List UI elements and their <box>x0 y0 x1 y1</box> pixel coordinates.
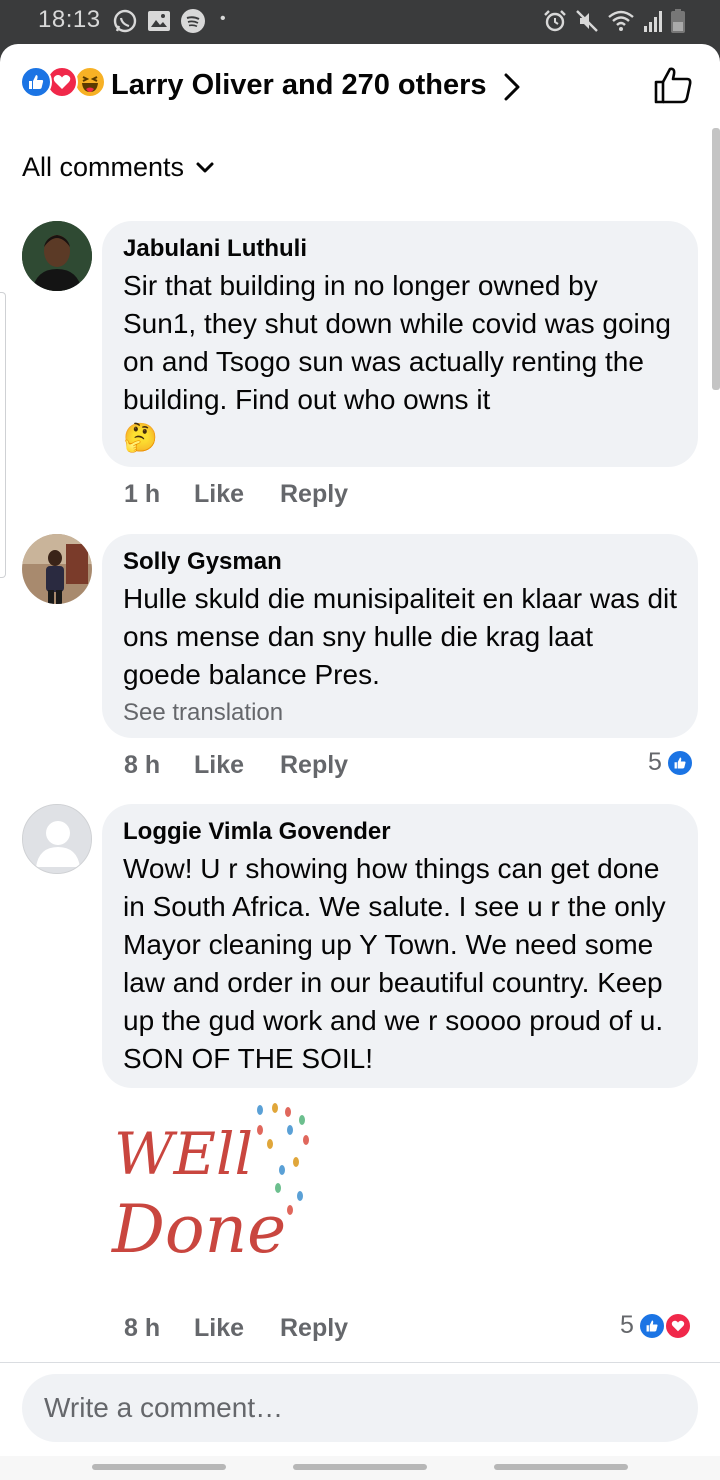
comment-reaction-count[interactable]: 5 <box>620 1311 692 1340</box>
reply-button[interactable]: Reply <box>280 751 348 780</box>
like-button[interactable]: Like <box>194 751 280 780</box>
nav-recent-button[interactable] <box>92 1464 226 1470</box>
like-button[interactable]: Like <box>194 1314 280 1343</box>
signal-icon <box>644 11 662 32</box>
gallery-icon <box>148 11 170 31</box>
edge-panel-handle[interactable] <box>0 292 6 578</box>
reply-button[interactable]: Reply <box>280 480 348 509</box>
avatar[interactable] <box>22 804 92 874</box>
thinking-emoji: 🤔 <box>123 422 158 453</box>
svg-text:Done: Done <box>111 1191 286 1268</box>
battery-icon <box>671 9 685 33</box>
scrollbar[interactable] <box>712 128 720 390</box>
status-time: 18:13 <box>38 6 101 33</box>
avatar[interactable] <box>22 221 92 291</box>
reply-button[interactable]: Reply <box>280 1314 348 1343</box>
reaction-icons <box>20 66 108 100</box>
nav-home-button[interactable] <box>293 1464 427 1470</box>
navigation-bar <box>0 1456 720 1480</box>
reactions-summary[interactable]: Larry Oliver and 270 others <box>0 44 720 128</box>
comment-time[interactable]: 8 h <box>124 1314 194 1343</box>
status-notification-dot: • <box>220 10 226 27</box>
comment-bubble[interactable]: Jabulani Luthuli Sir that building in no… <box>102 221 698 467</box>
chevron-down-icon <box>196 162 214 172</box>
comment-author[interactable]: Solly Gysman <box>123 548 678 576</box>
comments-sheet: Larry Oliver and 270 others All comments… <box>0 44 720 1480</box>
comment-text: Hulle skuld die munisipaliteit en klaar … <box>123 583 678 690</box>
comment-author[interactable]: Loggie Vimla Govender <box>123 818 678 846</box>
like-reaction-icon <box>637 1311 666 1340</box>
composer-divider <box>0 1362 720 1363</box>
comment-composer[interactable]: Write a comment… <box>22 1374 698 1442</box>
comments-filter[interactable]: All comments <box>22 152 216 183</box>
comment-author[interactable]: Jabulani Luthuli <box>123 235 678 263</box>
like-reaction-icon <box>665 748 694 777</box>
reactors-text[interactable]: Larry Oliver and 270 others <box>111 69 487 102</box>
comment-text: Wow! U r showing how things can get done… <box>123 853 666 1074</box>
reaction-count-number: 5 <box>620 1311 634 1339</box>
like-button[interactable]: Like <box>194 480 280 509</box>
mute-icon <box>576 10 598 32</box>
nav-back-button[interactable] <box>494 1464 628 1470</box>
alarm-icon <box>544 10 566 32</box>
avatar[interactable] <box>22 534 92 604</box>
comment-time[interactable]: 1 h <box>124 480 194 509</box>
thumbs-up-icon[interactable] <box>652 64 694 106</box>
comment-reaction-count[interactable]: 5 <box>648 748 694 777</box>
whatsapp-icon <box>113 9 137 33</box>
status-bar: 18:13 • <box>0 0 720 44</box>
comment-actions: 8 h Like Reply <box>124 751 348 780</box>
comment-text-body: Sir that building in no longer owned by … <box>123 270 671 415</box>
comment-time[interactable]: 8 h <box>124 751 194 780</box>
see-translation-link[interactable]: See translation <box>123 696 678 730</box>
like-reaction-icon <box>20 66 52 98</box>
svg-text:WEll: WEll <box>114 1120 253 1188</box>
wifi-icon <box>608 10 634 31</box>
comment-input[interactable]: Write a comment… <box>44 1392 283 1424</box>
filter-label: All comments <box>22 152 185 182</box>
haha-reaction-icon <box>74 66 106 98</box>
comment-text: Sir that building in no longer owned by … <box>123 267 678 457</box>
comment-actions: 1 h Like Reply <box>124 480 348 509</box>
spotify-icon <box>181 9 205 33</box>
comment-actions: 8 h Like Reply <box>124 1314 348 1343</box>
love-reaction-icon <box>663 1311 692 1340</box>
well-done-sticker[interactable]: WEll Done <box>110 1100 320 1290</box>
chevron-right-icon[interactable] <box>500 70 524 104</box>
comment-bubble[interactable]: Solly Gysman Hulle skuld die munisipalit… <box>102 534 698 738</box>
reaction-count-number: 5 <box>648 748 662 776</box>
comment-bubble[interactable]: Loggie Vimla Govender Wow! U r showing h… <box>102 804 698 1088</box>
